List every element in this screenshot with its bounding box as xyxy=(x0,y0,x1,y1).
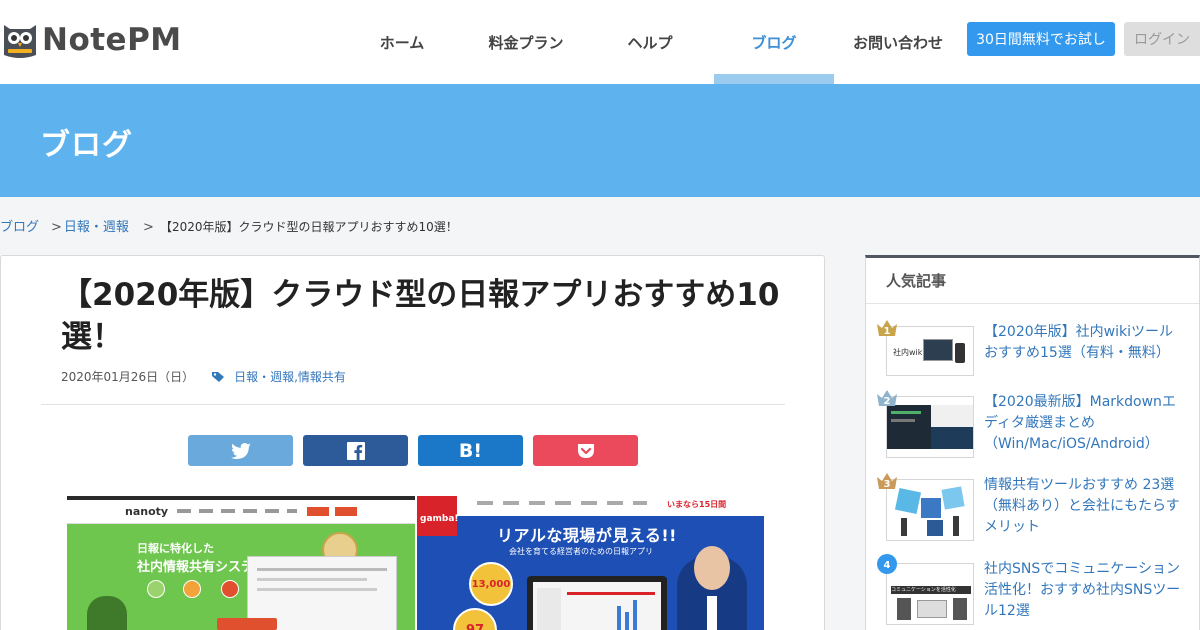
breadcrumb-category[interactable]: 日報・週報 xyxy=(64,220,129,235)
svg-text:1: 1 xyxy=(884,326,891,337)
login-button[interactable]: ログイン xyxy=(1124,22,1200,56)
rank-number-badge: 4 xyxy=(877,554,897,574)
breadcrumb-separator: > xyxy=(51,220,62,235)
article-card: 【2020年版】クラウド型の日報アプリおすすめ10選！ 2020年01月26日（… xyxy=(0,255,825,630)
facebook-icon xyxy=(346,441,365,460)
breadcrumb-separator: > xyxy=(142,220,154,235)
popular-article-title[interactable]: 情報共有ツールおすすめ 23選（無料あり）と会社にもたらすメリット xyxy=(984,475,1184,538)
nav-blog[interactable]: ブログ xyxy=(712,0,836,84)
rank-crown-icon: 3 xyxy=(877,473,897,490)
rank-crown-icon: 2 xyxy=(877,390,897,407)
gamba-subline: 会社を育てる経営者のための日報アプリ xyxy=(509,547,653,556)
share-facebook-button[interactable] xyxy=(303,435,408,466)
hero-screenshot-nanoty: nanoty 日報に特化した 社内情報共有システム xyxy=(67,496,415,630)
breadcrumb: ブログ > 日報・週報 > 【2020年版】クラウド型の日報アプリおすすめ10選！ xyxy=(0,216,458,235)
article-hero-image: nanoty 日報に特化した 社内情報共有システム gamba! いまなら15日… xyxy=(67,496,764,630)
popular-article-item[interactable]: 2 【2020最新版】Markdownエディタ厳選まとめ（Win/Mac/iOS… xyxy=(877,388,1186,458)
article-thumbnail: 社内wiki xyxy=(886,326,974,376)
svg-text:4: 4 xyxy=(884,560,891,571)
owl-logo-icon xyxy=(4,25,36,58)
svg-text:3: 3 xyxy=(884,479,891,490)
article-thumbnail xyxy=(886,479,974,541)
popular-article-title[interactable]: 【2020年版】社内wikiツールおすすめ15選（有料・無料） xyxy=(984,322,1184,364)
share-pocket-button[interactable] xyxy=(533,435,638,466)
nanoty-logo: nanoty xyxy=(125,505,169,518)
popular-article-title[interactable]: 【2020最新版】Markdownエディタ厳選まとめ（Win/Mac/iOS/A… xyxy=(984,392,1184,455)
free-trial-button[interactable]: 30日間無料でお試し xyxy=(967,22,1115,56)
brand-name: NotePM xyxy=(42,22,182,58)
share-twitter-button[interactable] xyxy=(188,435,293,466)
tag-icon xyxy=(212,371,225,382)
twitter-icon xyxy=(230,442,251,459)
nav-active-indicator xyxy=(714,74,834,84)
popular-article-item[interactable]: 社内wiki 1 【2020年版】社内wikiツールおすすめ15選（有料・無料） xyxy=(877,318,1186,382)
nanoty-headline-1: 日報に特化した xyxy=(137,542,214,555)
article-title: 【2020年版】クラウド型の日報アプリおすすめ10選！ xyxy=(61,277,780,355)
page-banner: ブログ xyxy=(0,84,1200,197)
rank-crown-icon: 1 xyxy=(877,320,897,337)
article-categories[interactable]: 日報・週報,情報共有 xyxy=(234,368,346,385)
page-title: ブログ xyxy=(40,128,133,163)
article-date: 2020年01月26日（日） xyxy=(61,370,195,384)
popular-article-item[interactable]: コミュニケーションを活性化 4 社内SNSでコミュニケーション活性化！おすすめ社… xyxy=(877,554,1186,625)
breadcrumb-current: 【2020年版】クラウド型の日報アプリおすすめ10選！ xyxy=(159,220,458,234)
gamba-stat-1: 13,000 xyxy=(469,562,513,606)
share-hatena-button[interactable]: B! xyxy=(418,435,523,466)
brand-logo[interactable]: NotePM xyxy=(2,20,182,60)
svg-text:2: 2 xyxy=(884,396,891,407)
gamba-stat-2: 97 xyxy=(453,608,497,630)
site-header: NotePM ホーム 料金プラン ヘルプ ブログ お問い合わせ 30日間無料でお… xyxy=(0,0,1200,84)
article-thumbnail xyxy=(886,396,974,458)
nav-home[interactable]: ホーム xyxy=(340,0,464,84)
gamba-headline: リアルな現場が見える!! xyxy=(497,526,677,545)
nav-contact[interactable]: お問い合わせ xyxy=(836,0,960,84)
article-meta: 2020年01月26日（日） 日報・週報,情報共有 xyxy=(61,368,346,385)
popular-article-title[interactable]: 社内SNSでコミュニケーション活性化！おすすめ社内SNSツール12選 xyxy=(984,559,1184,622)
breadcrumb-blog[interactable]: ブログ xyxy=(0,220,39,235)
gamba-badge: いまなら15日間 xyxy=(667,500,727,509)
divider xyxy=(41,404,785,405)
popular-article-item[interactable]: 3 情報共有ツールおすすめ 23選（無料あり）と会社にもたらすメリット xyxy=(877,471,1186,541)
sidebar-heading: 人気記事 xyxy=(866,258,1199,304)
pocket-icon xyxy=(577,443,594,458)
popular-articles-sidebar: 人気記事 社内wiki 1 【2020年版】社内wikiツールおすすめ15選（有… xyxy=(865,255,1200,630)
nav-pricing[interactable]: 料金プラン xyxy=(464,0,588,84)
article-thumbnail: コミュニケーションを活性化 xyxy=(886,563,974,625)
hero-screenshot-gamba: gamba! いまなら15日間 リアルな現場が見える!! 会社を育てる経営者のた… xyxy=(417,496,764,630)
nav-help[interactable]: ヘルプ xyxy=(588,0,712,84)
gamba-logo: gamba! xyxy=(420,514,459,524)
